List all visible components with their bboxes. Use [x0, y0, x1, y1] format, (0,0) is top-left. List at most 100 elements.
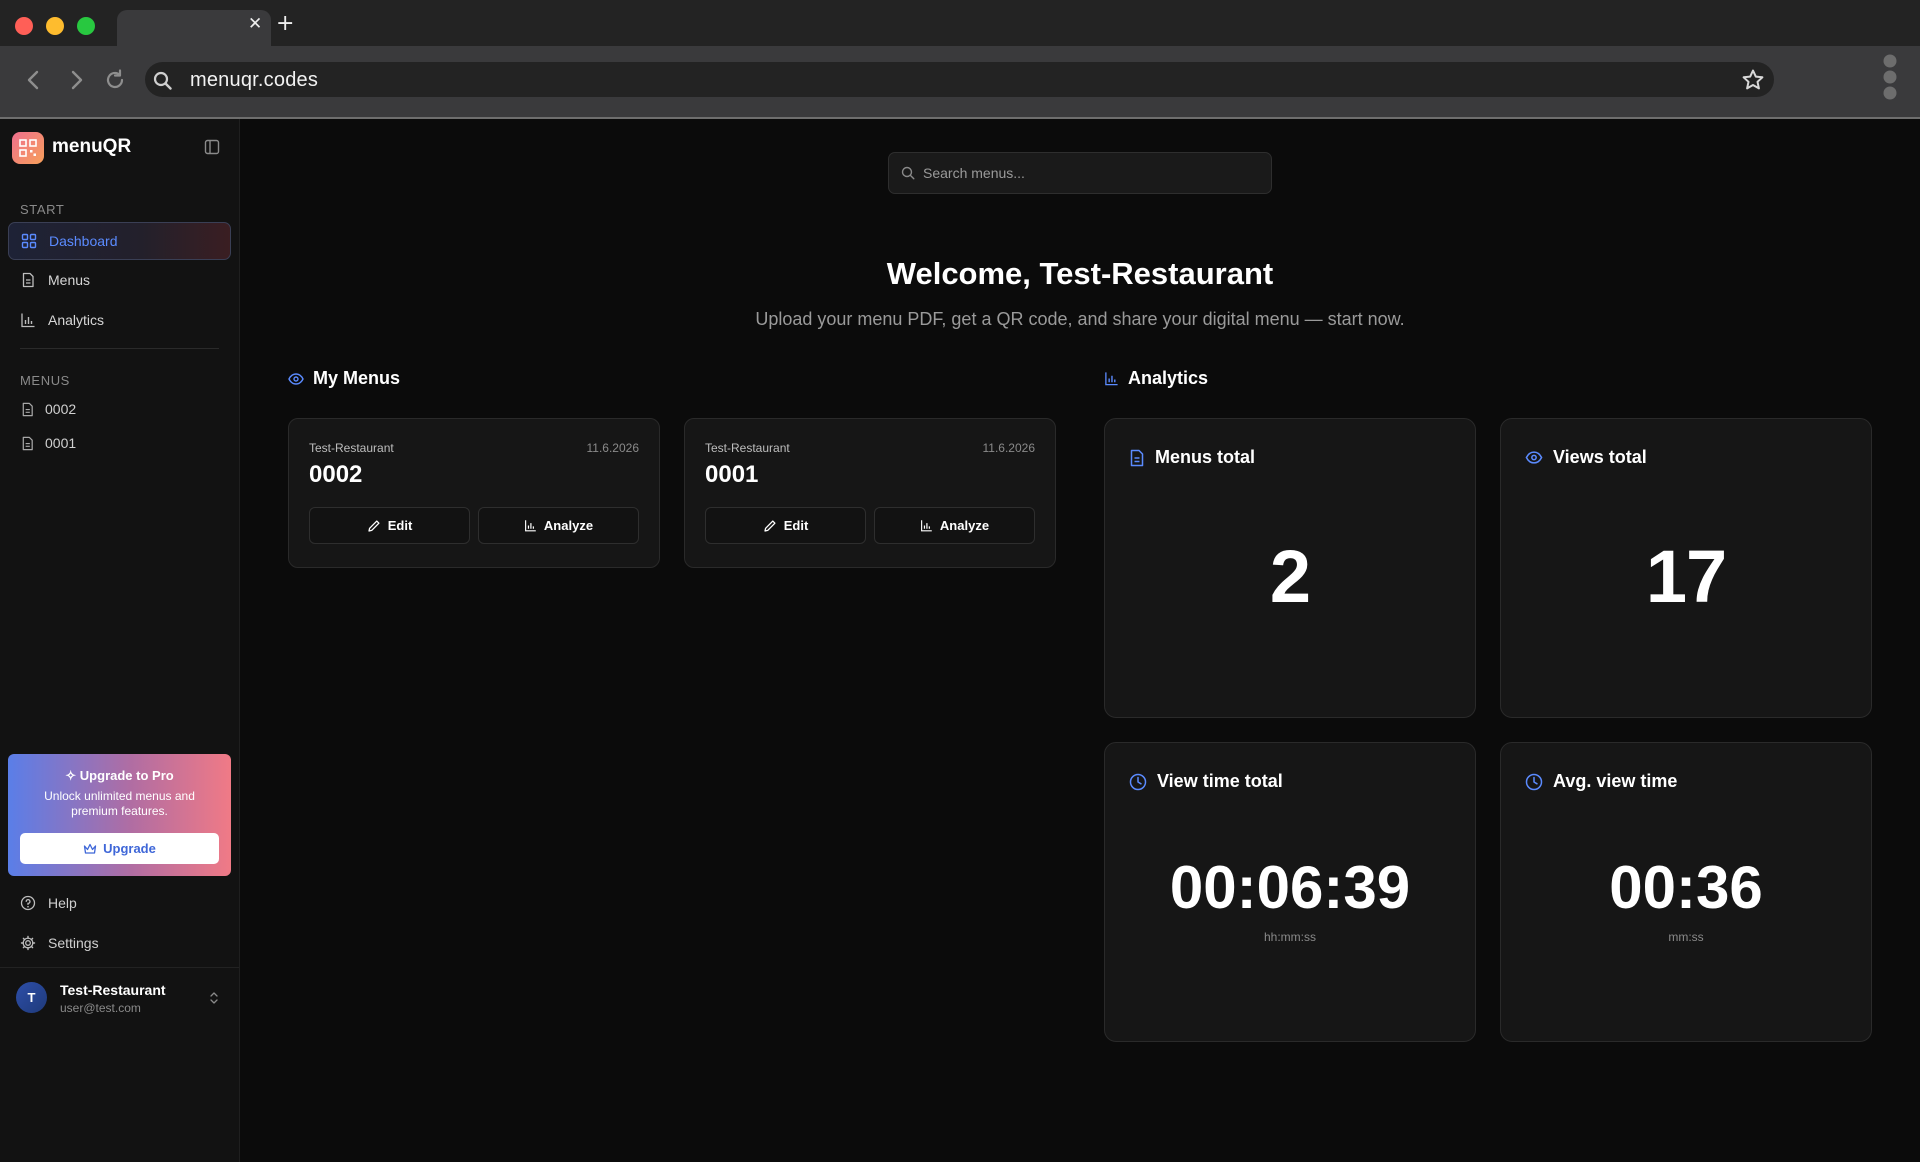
pencil-icon: [764, 519, 776, 532]
upgrade-title-text: Upgrade to Pro: [79, 768, 174, 783]
my-menus-heading-text: My Menus: [313, 368, 401, 388]
stat-label: Views total: [1553, 447, 1647, 467]
sidebar-item-label: Dashboard: [49, 233, 118, 249]
menu-card-0001[interactable]: Test-Restaurant 11.6.2026 0001 Edit Anal…: [684, 418, 1056, 568]
help-icon: [20, 895, 36, 911]
analytics-heading-text: Analytics: [1128, 368, 1209, 388]
analyze-button[interactable]: Analyze: [478, 507, 639, 544]
upgrade-title: ✧ Upgrade to Pro: [8, 768, 231, 784]
settings-label: Settings: [48, 935, 99, 951]
sidebar-item-help[interactable]: Help: [20, 895, 77, 911]
crown-icon: [83, 843, 97, 854]
chevron-up-down-icon[interactable]: [208, 990, 220, 1011]
analytics-heading: Analytics: [1104, 368, 1208, 389]
document-icon: [22, 402, 33, 416]
address-bar[interactable]: [145, 62, 1774, 97]
clock-icon: [1525, 773, 1543, 790]
sidebar-item-label: Analytics: [48, 312, 105, 328]
sidebar-divider: [20, 348, 219, 349]
new-tab-icon[interactable]: +: [276, 11, 294, 36]
analyze-button-label: Analyze: [939, 518, 990, 533]
analyze-button-label: Analyze: [543, 518, 594, 533]
window-minimize-button[interactable]: [46, 17, 64, 35]
menu-card-restaurant: Test-Restaurant: [309, 441, 394, 455]
upgrade-card: ✧ Upgrade to Pro Unlock unlimited menus …: [8, 754, 231, 876]
sidebar-menu-0002[interactable]: 0002: [20, 401, 76, 417]
eye-icon: [1525, 451, 1543, 464]
window-close-button[interactable]: [15, 17, 33, 35]
upgrade-button[interactable]: Upgrade: [20, 833, 219, 864]
bar-chart-icon: [1105, 372, 1118, 386]
browser-menu-icon[interactable]: [1881, 53, 1899, 106]
sidebar-menu-0001[interactable]: 0001: [20, 435, 76, 451]
page-subtitle: Upload your menu PDF, get a QR code, and…: [755, 309, 1405, 329]
search-box[interactable]: [888, 152, 1272, 194]
eye-icon: [288, 372, 304, 385]
gear-icon: [20, 935, 36, 951]
analyze-button[interactable]: Analyze: [874, 507, 1035, 544]
reload-icon[interactable]: [102, 66, 128, 94]
stat-label: Avg. view time: [1553, 771, 1678, 791]
stat-card-menus-total: Menus total 2: [1104, 418, 1476, 718]
sidebar-item-menus[interactable]: Menus: [8, 261, 231, 299]
sidebar-toggle-icon[interactable]: [204, 139, 220, 160]
sidebar-menu-label: 0001: [45, 435, 77, 451]
stat-value: 00:36: [1609, 854, 1763, 921]
stat-card-header: Menus total: [1129, 447, 1255, 468]
bar-chart-icon: [920, 520, 932, 532]
menu-card-title: 0001: [705, 461, 759, 488]
forward-icon[interactable]: [64, 66, 90, 94]
edit-button-label: Edit: [783, 518, 809, 533]
document-icon: [22, 272, 34, 288]
brand-name[interactable]: menuQR: [52, 136, 131, 158]
dashboard-grid-icon: [21, 233, 37, 249]
menu-card-restaurant: Test-Restaurant: [705, 441, 790, 455]
sidebar-item-dashboard[interactable]: Dashboard: [8, 222, 231, 260]
menu-card-title: 0002: [309, 461, 363, 488]
sidebar-item-analytics[interactable]: Analytics: [8, 301, 231, 339]
edit-button[interactable]: Edit: [309, 507, 470, 544]
sidebar-menu-label: 0002: [45, 401, 77, 417]
avatar[interactable]: T: [16, 982, 47, 1013]
bookmark-star-icon[interactable]: [1741, 68, 1765, 97]
search-icon: [153, 71, 172, 95]
stat-unit: hh:mm:ss: [1263, 930, 1316, 944]
stat-label: Menus total: [1155, 447, 1256, 467]
help-label: Help: [48, 895, 77, 911]
search-input[interactable]: [923, 165, 1253, 181]
stat-card-header: View time total: [1129, 771, 1283, 792]
window-maximize-button[interactable]: [77, 17, 95, 35]
user-name[interactable]: Test-Restaurant: [60, 982, 166, 998]
address-url: menuqr.codes: [190, 69, 319, 91]
stat-card-view-time-total: View time total 00:06:39 hh:mm:ss: [1104, 742, 1476, 1042]
clock-icon: [1129, 773, 1147, 790]
user-divider: [0, 967, 239, 968]
chrome-divider: [0, 117, 1920, 119]
upgrade-description: Unlock unlimited menus and premium featu…: [44, 789, 195, 818]
edit-button-label: Edit: [387, 518, 413, 533]
stat-label: View time total: [1157, 771, 1283, 791]
stat-value: 00:06:39: [1169, 854, 1411, 921]
page-title: Welcome, Test-Restaurant: [886, 256, 1274, 291]
menu-card-date: 11.6.2026: [982, 441, 1036, 455]
sparkles-icon: ✧: [65, 768, 80, 783]
menu-card-date: 11.6.2026: [586, 441, 640, 455]
stat-card-avg-view-time: Avg. view time 00:36 mm:ss: [1500, 742, 1872, 1042]
section-label-menus: MENUS: [20, 373, 70, 388]
stat-unit: mm:ss: [1668, 930, 1704, 944]
stat-value: 17: [1645, 535, 1727, 618]
back-icon[interactable]: [20, 66, 46, 94]
sidebar-item-settings[interactable]: Settings: [20, 935, 99, 951]
qr-logo-icon[interactable]: [12, 132, 44, 164]
tab-close-icon[interactable]: ✕: [248, 14, 262, 34]
sidebar-item-label: Menus: [48, 272, 91, 288]
stat-card-header: Avg. view time: [1525, 771, 1677, 792]
search-icon: [901, 166, 915, 180]
user-email: user@test.com: [60, 1001, 141, 1015]
stat-value: 2: [1269, 535, 1311, 618]
sidebar: menuQR START Dashboard Menus Analytics M…: [0, 119, 240, 1162]
menu-card-0002[interactable]: Test-Restaurant 11.6.2026 0002 Edit Anal…: [288, 418, 660, 568]
document-icon: [22, 436, 33, 450]
stat-card-views-total: Views total 17: [1500, 418, 1872, 718]
edit-button[interactable]: Edit: [705, 507, 866, 544]
